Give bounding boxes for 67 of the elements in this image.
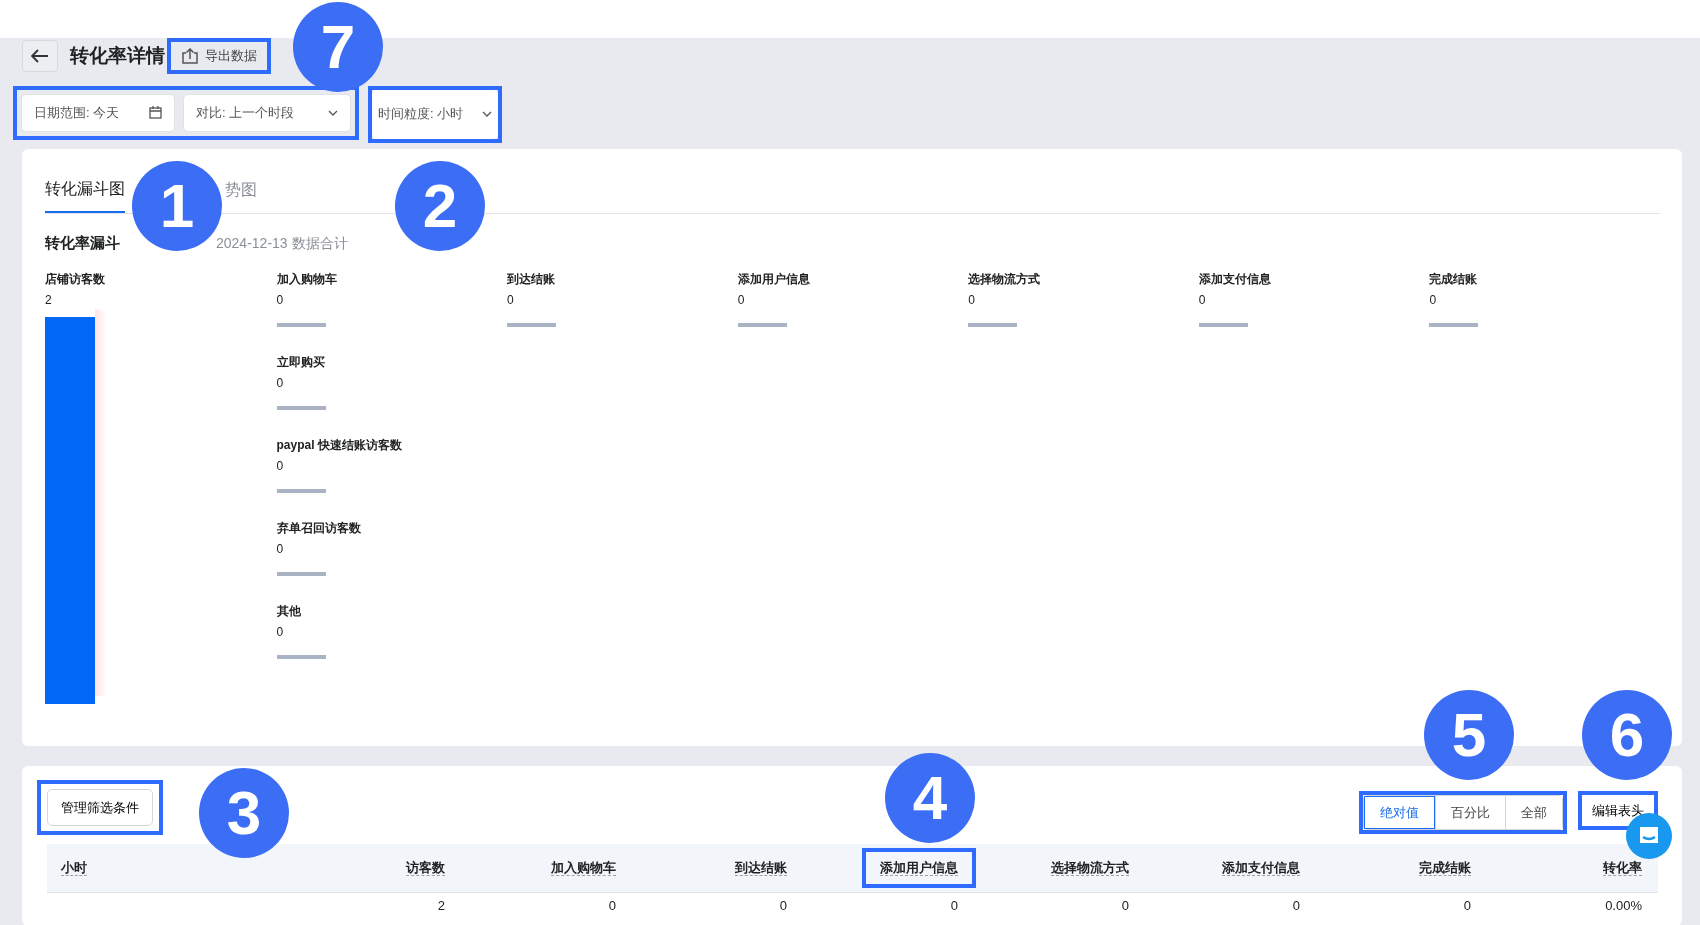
table-cell: 0.00%	[1605, 898, 1642, 913]
step-value: 0	[276, 292, 285, 309]
step-bar	[276, 323, 326, 327]
table-cell: 0	[779, 898, 787, 913]
column-header: 添加用户信息	[880, 860, 958, 877]
view-mode-tab[interactable]: 全部	[1505, 795, 1562, 829]
step-value: 0	[1198, 292, 1207, 309]
step-label: 添加支付信息	[1198, 271, 1272, 288]
step-bar	[507, 323, 557, 327]
back-arrow-icon	[31, 48, 49, 63]
step-label: 立即购买	[276, 354, 326, 371]
column-header: 访客数	[406, 860, 445, 877]
step-bar	[276, 489, 326, 493]
column-header: 小时	[61, 860, 87, 877]
callout-marker: 4	[885, 753, 975, 844]
chevron-down-icon	[328, 109, 338, 116]
step-bar	[737, 323, 787, 327]
step-value: 0	[276, 624, 285, 641]
calendar-icon	[149, 106, 162, 119]
step-bar	[968, 323, 1018, 327]
step-label: 加入购物车	[276, 271, 338, 288]
funnel-title: 转化率漏斗	[45, 232, 120, 253]
step-label: 店铺访客数	[45, 271, 106, 288]
table-cell: 2	[437, 898, 445, 913]
date-range-field[interactable]: 日期范围: 今天	[21, 93, 175, 132]
step-value: 0	[276, 375, 285, 392]
step-label: paypal 快速结账访客数	[276, 437, 403, 454]
column-header: 加入购物车	[551, 860, 616, 877]
step-label: 完成结账	[1429, 271, 1479, 288]
step-label: 弃单召回访客数	[276, 520, 362, 537]
upload-icon	[181, 47, 199, 64]
step-bar	[1429, 323, 1479, 327]
step-label: 其他	[276, 603, 302, 620]
table-cell: 0	[950, 898, 958, 913]
column-header: 完成结账	[1419, 860, 1471, 877]
back-button[interactable]	[22, 39, 58, 72]
funnel-subtitle: 2024-12-13 数据合计	[216, 233, 348, 253]
compare-select[interactable]: 对比: 上一个时段	[183, 93, 351, 132]
column-header: 选择物流方式	[1051, 860, 1129, 877]
step-value: 0	[276, 458, 285, 475]
table-cell: 0	[1121, 898, 1129, 913]
step-value: 0	[276, 541, 285, 558]
column-header: 添加支付信息	[1222, 860, 1300, 877]
step-value: 0	[737, 292, 746, 309]
step-bar	[276, 406, 326, 410]
step-value: 2	[45, 292, 53, 309]
chevron-down-icon	[482, 111, 492, 117]
step-bar	[276, 572, 326, 576]
column-header: 转化率	[1603, 860, 1642, 877]
granularity-select[interactable]: 时间粒度: 小时	[372, 89, 498, 139]
step-bar	[1198, 323, 1248, 327]
table-cell: 0	[608, 898, 616, 913]
column-header: 到达结账	[735, 860, 787, 877]
table-cell: 0	[1292, 898, 1300, 913]
manage-filters-button[interactable]: 管理筛选条件	[47, 788, 153, 826]
table-cell: 0	[1463, 898, 1471, 913]
step-value: 0	[968, 292, 976, 309]
step-label: 到达结账	[507, 271, 557, 288]
step-label: 添加用户信息	[737, 271, 811, 288]
callout-marker: 3	[199, 767, 289, 858]
page-title: 转化率详情	[70, 43, 165, 68]
view-mode-tab[interactable]: 绝对值	[1364, 795, 1435, 829]
step-value: 0	[1429, 292, 1438, 309]
step-bar	[276, 655, 326, 659]
step-label: 选择物流方式	[968, 271, 1042, 288]
tab[interactable]: 转化漏斗图	[45, 176, 125, 213]
step-value: 0	[507, 292, 515, 309]
